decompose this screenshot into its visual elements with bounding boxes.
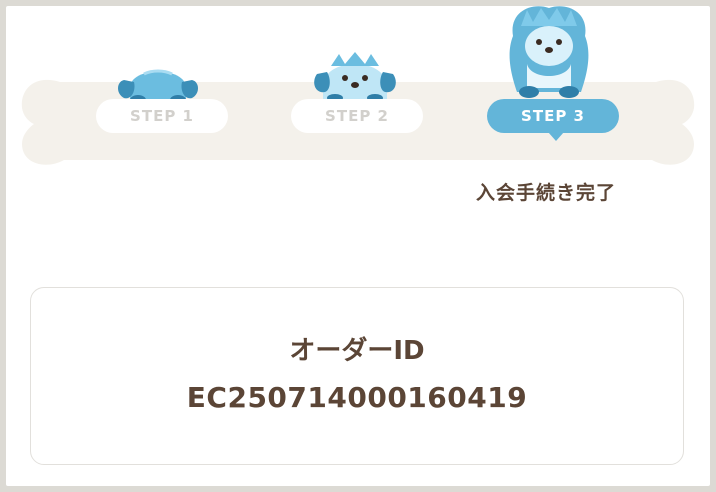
current-step-caption: 入会手続き完了 [476, 182, 617, 204]
step-1-indicator: STEP 1 [96, 99, 228, 133]
step-1-label: STEP 1 [130, 107, 194, 125]
order-id-value: EC250714000160419 [186, 381, 528, 414]
dog-sitting-icon [509, 6, 589, 98]
dog-peek-icon [314, 52, 396, 100]
active-step-pointer [548, 132, 564, 141]
order-id-title: オーダーID [289, 336, 425, 366]
step-3-label: STEP 3 [521, 107, 585, 125]
order-id-card: オーダーID EC250714000160419 [30, 287, 684, 465]
step-2-indicator: STEP 2 [291, 99, 423, 133]
step-2-label: STEP 2 [325, 107, 389, 125]
step-3-indicator: STEP 3 [487, 99, 619, 133]
page-frame: STEP 1 STEP 2 STEP 3 入会手続き完了 オーダーID EC25… [6, 6, 710, 486]
dog-peek-icon [118, 69, 198, 102]
